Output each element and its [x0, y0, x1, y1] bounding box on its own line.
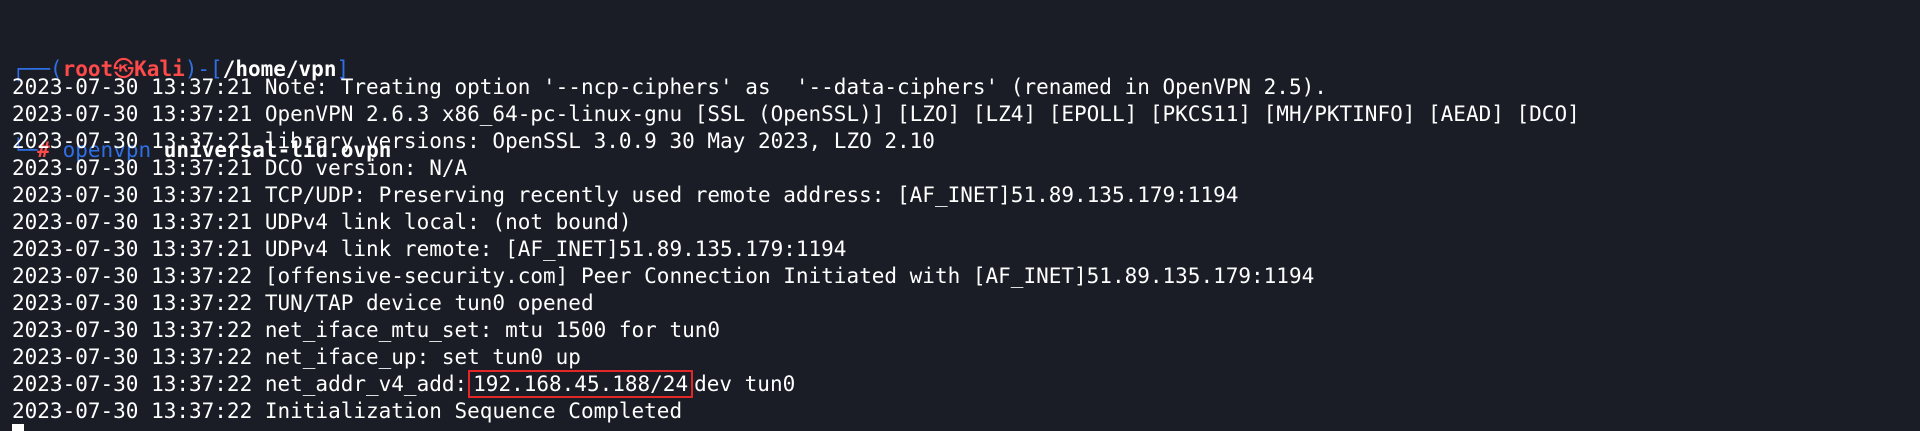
output-line: 2023-07-30 13:37:21 DCO version: N/A: [12, 156, 468, 180]
output-line: 2023-07-30 13:37:21 OpenVPN 2.6.3 x86_64…: [12, 102, 1580, 126]
terminal-window[interactable]: ┌──(root㉿Kali)-[/home/vpn] └─# openvpn u…: [0, 0, 1920, 431]
output-line: 2023-07-30 13:37:21 UDPv4 link remote: […: [12, 237, 847, 261]
output-line: 2023-07-30 13:37:21 library versions: Op…: [12, 129, 935, 153]
highlighted-ip-address: 192.168.45.188/24: [468, 370, 694, 398]
output-line-addr: 2023-07-30 13:37:22 net_addr_v4_add: 192.…: [12, 370, 1580, 398]
output-line: 2023-07-30 13:37:21 Note: Treating optio…: [12, 75, 1327, 99]
output-line: 2023-07-30 13:37:21 UDPv4 link local: (n…: [12, 210, 632, 234]
text-cursor: [12, 424, 24, 431]
addr-line-suffix: dev tun0: [694, 372, 796, 396]
output-line: 2023-07-30 13:37:22 TUN/TAP device tun0 …: [12, 291, 594, 315]
output-line: 2023-07-30 13:37:21 TCP/UDP: Preserving …: [12, 183, 1239, 207]
terminal-output: 2023-07-30 13:37:21 Note: Treating optio…: [12, 74, 1580, 425]
output-line: 2023-07-30 13:37:22 net_iface_mtu_set: m…: [12, 318, 721, 342]
output-line: 2023-07-30 13:37:22 [offensive-security.…: [12, 264, 1315, 288]
output-line-final: 2023-07-30 13:37:22 Initialization Seque…: [12, 399, 683, 423]
output-line: 2023-07-30 13:37:22 net_iface_up: set tu…: [12, 345, 581, 369]
addr-line-prefix: 2023-07-30 13:37:22 net_addr_v4_add:: [12, 372, 468, 396]
